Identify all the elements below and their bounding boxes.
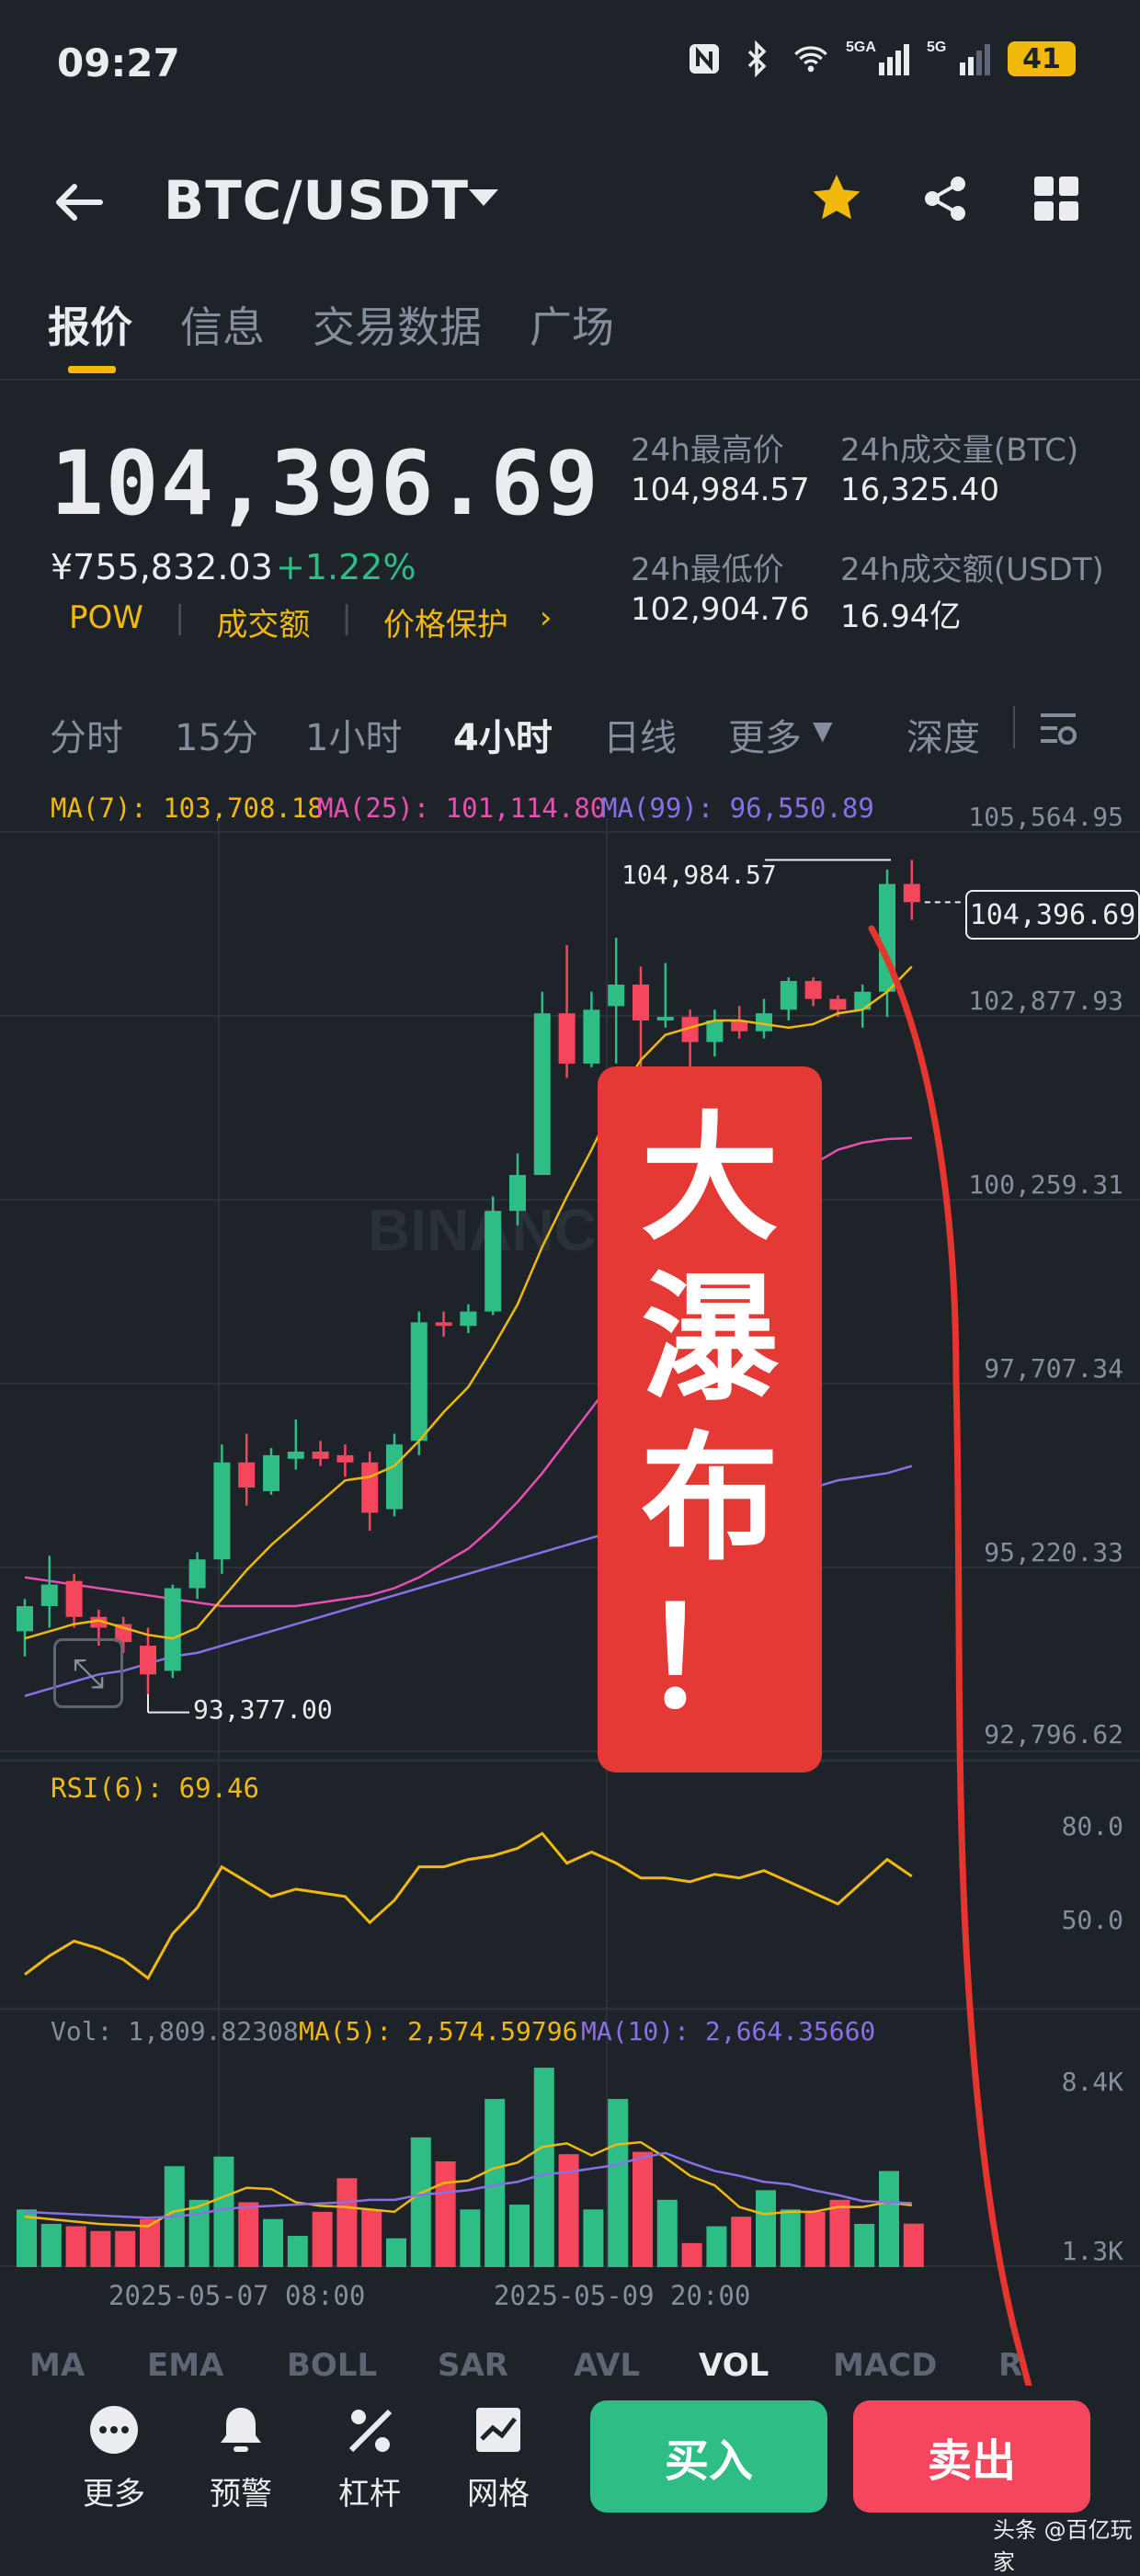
bell-icon (195, 2404, 287, 2461)
ind-tab-ema[interactable]: EMA (147, 2347, 223, 2377)
leverage-icon (324, 2404, 416, 2461)
alert-button[interactable]: 预警 (195, 2404, 287, 2513)
ind-tab-ma[interactable]: MA (29, 2347, 85, 2377)
ind-tab-vol[interactable]: VOL (699, 2347, 769, 2377)
more-dots-icon (68, 2404, 160, 2461)
leverage-button[interactable]: 杠杆 (324, 2404, 416, 2513)
ind-tab-avl[interactable]: AVL (574, 2347, 640, 2377)
ind-tab-boll[interactable]: BOLL (287, 2347, 377, 2377)
leverage-label: 杠杆 (338, 2476, 401, 2513)
grid-bot-icon (452, 2404, 544, 2461)
ind-tab-macd[interactable]: MACD (833, 2347, 937, 2377)
more-label: 更多 (83, 2476, 145, 2513)
grid-label: 网格 (467, 2476, 530, 2513)
buy-button[interactable]: 买入 (590, 2400, 827, 2513)
indicator-tabs: MA EMA BOLL SAR AVL VOL MACD R (0, 2340, 1140, 2377)
sell-button[interactable]: 卖出 (853, 2400, 1090, 2513)
ind-tab-sar[interactable]: SAR (438, 2347, 508, 2377)
more-button[interactable]: 更多 (68, 2404, 160, 2513)
ind-tab-r[interactable]: R (998, 2347, 1022, 2377)
hand-drawn-red-line (868, 925, 1070, 2541)
grid-trading-button[interactable]: 网格 (452, 2404, 544, 2513)
credit-watermark: 头条 @百亿玩家 (993, 2517, 1133, 2575)
bottom-action-bar: 更多 预警 杠杆 网格 买入 卖出 (0, 2386, 1140, 2548)
alert-label: 预警 (210, 2476, 272, 2513)
